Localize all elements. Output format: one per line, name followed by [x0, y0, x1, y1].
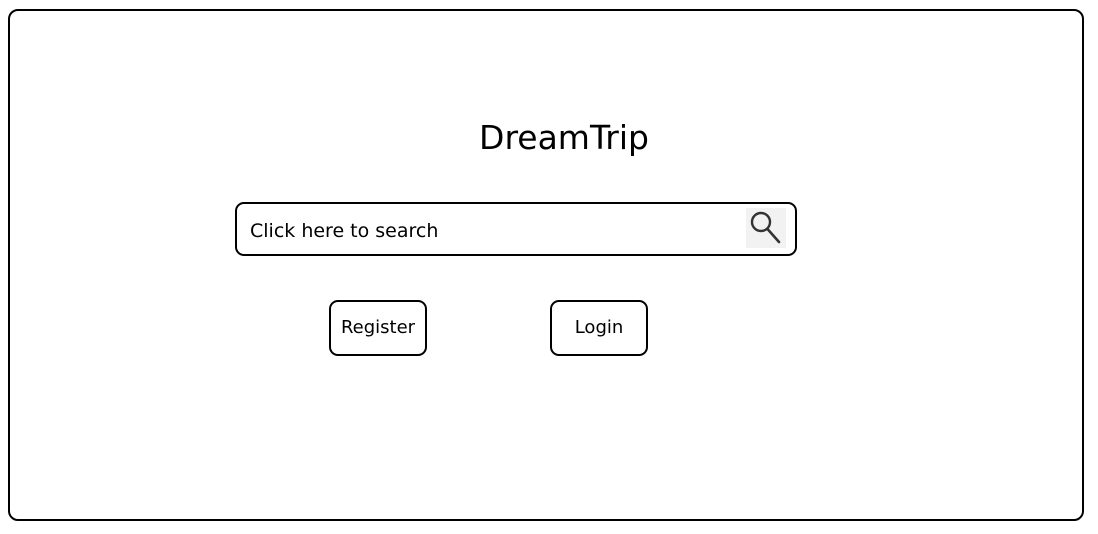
search-placeholder: Click here to search — [250, 220, 439, 242]
search-input[interactable]: Click here to search — [235, 202, 797, 256]
app-window — [8, 9, 1084, 521]
page-title: DreamTrip — [479, 118, 649, 157]
login-button[interactable]: Login — [550, 300, 648, 356]
register-button[interactable]: Register — [329, 300, 427, 356]
search-icon[interactable] — [746, 208, 786, 248]
